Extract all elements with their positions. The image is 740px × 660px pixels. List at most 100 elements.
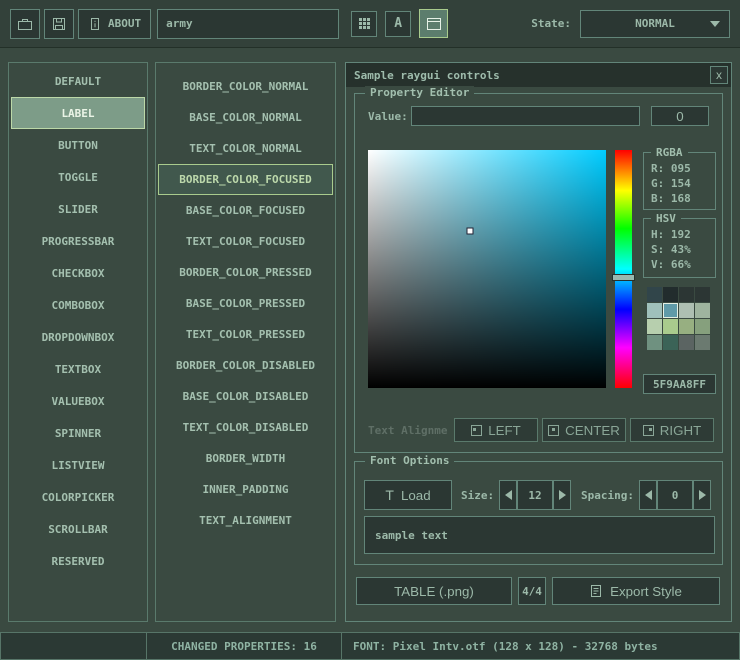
controls-list-item[interactable]: CHECKBOX [11, 257, 145, 289]
state-dropdown[interactable]: NORMAL [580, 10, 730, 38]
properties-list-item[interactable]: TEXT_ALIGNMENT [158, 505, 333, 536]
controls-list-item[interactable]: LISTVIEW [11, 449, 145, 481]
size-label: Size: [461, 489, 494, 502]
size-increase-button[interactable] [553, 480, 571, 510]
state-dropdown-value: NORMAL [635, 17, 675, 30]
hex-color-textbox[interactable]: 5F9AA8FF [643, 374, 716, 394]
grid-icon [358, 17, 371, 30]
palette-swatch[interactable] [647, 287, 662, 302]
align-left-icon [471, 425, 482, 436]
palette-swatch[interactable] [679, 319, 694, 334]
controls-list-item[interactable]: TEXTBOX [11, 353, 145, 385]
controls-list-item[interactable]: RESERVED [11, 545, 145, 577]
properties-list-item[interactable]: BORDER_COLOR_NORMAL [158, 71, 333, 102]
palette-swatch[interactable] [695, 335, 710, 350]
new-style-button[interactable] [10, 9, 40, 39]
palette-swatch[interactable] [679, 335, 694, 350]
size-value-box[interactable]: 12 [517, 480, 553, 510]
load-font-button[interactable]: T Load [364, 480, 452, 510]
page-indicator-box[interactable]: 4/4 [518, 577, 546, 605]
controls-list-item[interactable]: VALUEBOX [11, 385, 145, 417]
palette-swatch[interactable] [695, 319, 710, 334]
table-png-button[interactable]: TABLE (.png) [356, 577, 512, 605]
hex-color-value: 5F9AA8FF [653, 378, 706, 391]
arrow-right-icon [699, 490, 706, 500]
controls-list-item[interactable]: SPINNER [11, 417, 145, 449]
properties-list-item[interactable]: BASE_COLOR_PRESSED [158, 288, 333, 319]
palette-swatch[interactable] [663, 319, 678, 334]
close-button[interactable]: x [710, 66, 728, 84]
controls-list-item[interactable]: DROPDOWNBOX [11, 321, 145, 353]
status-segment-empty [0, 632, 147, 660]
palette-swatch-selected[interactable] [663, 303, 678, 318]
align-right-button[interactable]: RIGHT [630, 418, 714, 442]
properties-list-item[interactable]: BORDER_WIDTH [158, 443, 333, 474]
window-titlebar[interactable]: Sample raygui controls x [346, 63, 731, 87]
properties-list-item[interactable]: TEXT_COLOR_FOCUSED [158, 226, 333, 257]
arrow-left-icon [645, 490, 652, 500]
status-font-info: FONT: Pixel Intv.otf (128 x 128) - 32768… [341, 632, 740, 660]
palette-swatch[interactable] [647, 335, 662, 350]
chevron-down-icon [710, 21, 720, 27]
palette-swatch[interactable] [679, 287, 694, 302]
properties-list-item-selected[interactable]: BORDER_COLOR_FOCUSED [158, 164, 333, 195]
close-icon: x [716, 68, 722, 82]
rgba-legend: RGBA [651, 145, 688, 160]
controls-list-item-selected[interactable]: LABEL [11, 97, 145, 129]
style-name-input[interactable] [157, 9, 339, 39]
text-t-icon: T [385, 487, 394, 503]
font-view-button[interactable]: A [385, 11, 411, 37]
properties-list-item[interactable]: TEXT_COLOR_NORMAL [158, 133, 333, 164]
palette-swatch[interactable] [695, 303, 710, 318]
controls-view-button[interactable] [419, 9, 448, 38]
align-center-button[interactable]: CENTER [542, 418, 626, 442]
size-decrease-button[interactable] [499, 480, 517, 510]
export-style-button[interactable]: Export Style [552, 577, 720, 605]
properties-list-item[interactable]: BORDER_COLOR_PRESSED [158, 257, 333, 288]
info-doc-icon [88, 17, 102, 31]
hsv-h-value: H: 192 [651, 227, 715, 242]
grid-view-button[interactable] [351, 11, 377, 37]
value-button-label: 0 [676, 109, 683, 124]
properties-list-item[interactable]: BASE_COLOR_NORMAL [158, 102, 333, 133]
sample-text-box[interactable]: sample text [364, 516, 715, 554]
page-indicator-value: 4/4 [522, 585, 542, 598]
hue-slider-bar[interactable] [615, 150, 632, 388]
palette-swatch[interactable] [695, 287, 710, 302]
value-button[interactable]: 0 [651, 106, 709, 126]
palette-swatch[interactable] [647, 303, 662, 318]
sample-text-value: sample text [375, 529, 448, 542]
properties-list-item[interactable]: TEXT_COLOR_DISABLED [158, 412, 333, 443]
color-saturation-value-picker[interactable] [368, 150, 606, 388]
controls-list-item[interactable]: SCROLLBAR [11, 513, 145, 545]
align-left-button[interactable]: LEFT [454, 418, 538, 442]
controls-list-item[interactable]: TOGGLE [11, 161, 145, 193]
state-label: State: [531, 17, 571, 30]
palette-swatch[interactable] [663, 287, 678, 302]
controls-list-item[interactable]: COLORPICKER [11, 481, 145, 513]
value-input[interactable] [411, 106, 640, 126]
palette-swatch[interactable] [647, 319, 662, 334]
property-editor-legend: Property Editor [365, 86, 474, 99]
rgba-b-value: B: 168 [651, 191, 715, 206]
properties-list-item[interactable]: TEXT_COLOR_PRESSED [158, 319, 333, 350]
arrow-right-icon [559, 490, 566, 500]
property-editor-group: Property Editor Value: 0 RGBA R: 095 G: … [354, 93, 723, 453]
controls-list-item[interactable]: PROGRESSBAR [11, 225, 145, 257]
palette-swatch[interactable] [679, 303, 694, 318]
controls-list-item[interactable]: SLIDER [11, 193, 145, 225]
spacing-decrease-button[interactable] [639, 480, 657, 510]
properties-list-item[interactable]: BORDER_COLOR_DISABLED [158, 350, 333, 381]
controls-list-item[interactable]: DEFAULT [11, 65, 145, 97]
spacing-value-box[interactable]: 0 [657, 480, 693, 510]
properties-list-item[interactable]: BASE_COLOR_DISABLED [158, 381, 333, 412]
save-style-button[interactable] [44, 9, 74, 39]
properties-list-item[interactable]: BASE_COLOR_FOCUSED [158, 195, 333, 226]
hue-slider-handle[interactable] [612, 274, 635, 281]
spacing-increase-button[interactable] [693, 480, 711, 510]
properties-list-item[interactable]: INNER_PADDING [158, 474, 333, 505]
controls-list-item[interactable]: COMBOBOX [11, 289, 145, 321]
palette-swatch[interactable] [663, 335, 678, 350]
about-button[interactable]: ABOUT [78, 9, 151, 39]
controls-list-item[interactable]: BUTTON [11, 129, 145, 161]
